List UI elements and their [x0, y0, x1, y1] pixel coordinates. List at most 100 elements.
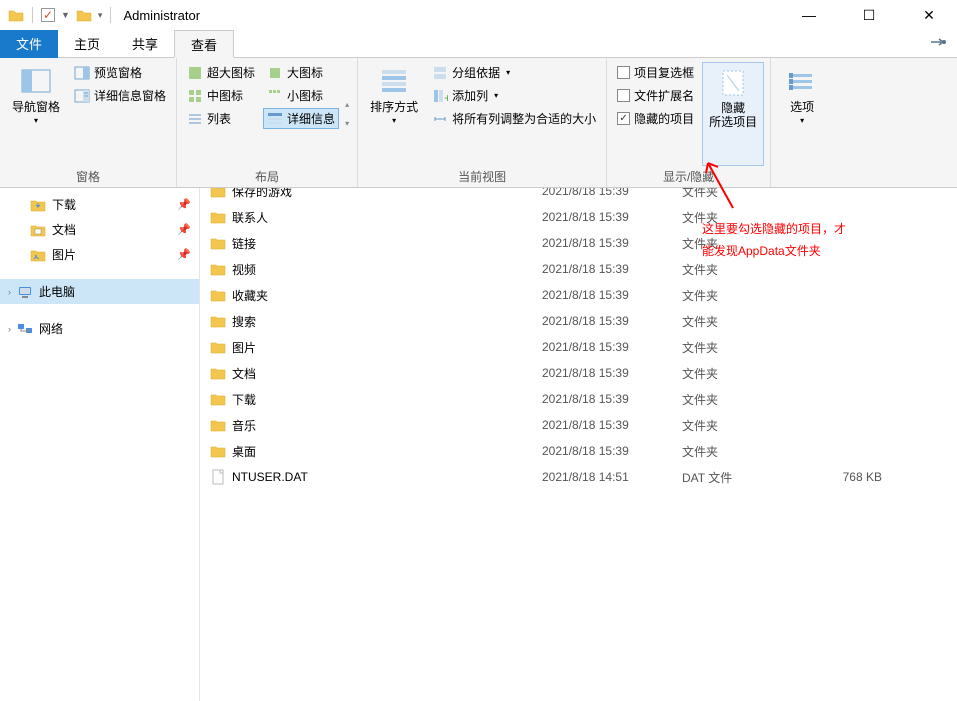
- addcol-icon: +: [432, 88, 448, 104]
- list-button[interactable]: 列表: [183, 108, 259, 129]
- icon: [187, 88, 203, 104]
- downloads-icon: [30, 197, 46, 213]
- add-columns-button[interactable]: +添加列▾: [428, 85, 600, 106]
- qat-checkbox-icon[interactable]: ✓: [41, 8, 55, 22]
- file-icon: [210, 188, 226, 199]
- file-name: 联系人: [232, 209, 542, 226]
- nav-pane-label: 导航窗格: [12, 100, 60, 114]
- file-icon: [210, 235, 226, 251]
- file-icon: [210, 365, 226, 381]
- dropdown-icon: ▾: [392, 116, 396, 125]
- close-button[interactable]: ✕: [909, 7, 949, 24]
- options-button[interactable]: 选项 ▾: [777, 62, 827, 169]
- pin-icon: 📌: [177, 248, 191, 261]
- file-icon: [210, 339, 226, 355]
- sidebar-item-pictures[interactable]: 图片📌: [0, 242, 199, 267]
- details-pane-button[interactable]: 详细信息窗格: [70, 85, 170, 106]
- window-title: Administrator: [123, 8, 200, 23]
- dropdown-icon: ▾: [506, 68, 510, 77]
- medium-icons-button[interactable]: 中图标: [183, 85, 259, 106]
- file-name: 文档: [232, 365, 542, 382]
- file-icon: [210, 313, 226, 329]
- maximize-button[interactable]: ☐: [849, 7, 889, 24]
- preview-pane-button[interactable]: 预览窗格: [70, 62, 170, 83]
- extra-large-icons-button[interactable]: 超大图标: [183, 62, 259, 83]
- ribbon: 导航窗格 ▾ 预览窗格 详细信息窗格 窗格 超大图标 中图标 列表: [0, 58, 957, 188]
- sidebar-item-downloads[interactable]: 下载📌: [0, 192, 199, 217]
- file-name: 下载: [232, 391, 542, 408]
- label: 中图标: [207, 87, 243, 104]
- sidebar-item-documents[interactable]: 文档📌: [0, 217, 199, 242]
- file-name: 图片: [232, 339, 542, 356]
- tab-file[interactable]: 文件: [0, 30, 58, 58]
- label: 选项: [790, 100, 814, 114]
- file-row[interactable]: 图片2021/8/18 15:39文件夹: [200, 334, 957, 360]
- nav-pane-button[interactable]: 导航窗格 ▾: [6, 62, 66, 166]
- separator: [32, 7, 33, 23]
- sidebar: 下载📌 文档📌 图片📌 › 此电脑 › 网络: [0, 188, 200, 701]
- icon: [267, 88, 283, 104]
- pin-ribbon-icon[interactable]: [929, 36, 947, 51]
- group-by-button[interactable]: 分组依据▾: [428, 62, 600, 83]
- file-date: 2021/8/18 15:39: [542, 262, 682, 276]
- hide-selected-button[interactable]: 隐藏 所选项目: [702, 62, 764, 166]
- file-row[interactable]: 桌面2021/8/18 15:39文件夹: [200, 438, 957, 464]
- file-name: 保存的游戏: [232, 188, 542, 200]
- file-row[interactable]: 保存的游戏2021/8/18 15:39文件夹: [200, 188, 957, 204]
- file-row[interactable]: 收藏夹2021/8/18 15:39文件夹: [200, 282, 957, 308]
- file-date: 2021/8/18 15:39: [542, 236, 682, 250]
- file-icon: [210, 443, 226, 459]
- minimize-button[interactable]: —: [789, 7, 829, 24]
- file-type: 文件夹: [682, 443, 802, 460]
- ribbon-group-options: 选项 ▾: [771, 58, 833, 187]
- sidebar-item-this-pc[interactable]: › 此电脑: [0, 279, 199, 304]
- ribbon-group-show-hide: 项目复选框 文件扩展名 隐藏的项目 隐藏 所选项目 显示/隐藏: [607, 58, 771, 187]
- file-list[interactable]: 保存的游戏2021/8/18 15:39文件夹联系人2021/8/18 15:3…: [200, 188, 957, 701]
- tab-view[interactable]: 查看: [174, 30, 234, 58]
- file-row[interactable]: NTUSER.DAT2021/8/18 14:51DAT 文件768 KB: [200, 464, 957, 490]
- small-icons-button[interactable]: 小图标: [263, 85, 339, 106]
- annotation-line1: 这里要勾选隐藏的项目，才: [702, 218, 846, 240]
- sort-by-button[interactable]: 排序方式 ▾: [364, 62, 424, 166]
- expand-icon: ›: [8, 324, 11, 334]
- folder-icon: [8, 8, 24, 22]
- dropdown-icon: ▾: [34, 116, 38, 125]
- size-columns-button[interactable]: 将所有列调整为合适的大小: [428, 108, 600, 129]
- main-area: 下载📌 文档📌 图片📌 › 此电脑 › 网络 保存的游戏2021/8/18 15…: [0, 188, 957, 701]
- scroll-down-icon[interactable]: ▾: [345, 119, 349, 128]
- label: 详细信息: [287, 110, 335, 127]
- file-row[interactable]: 下载2021/8/18 15:39文件夹: [200, 386, 957, 412]
- label: 文档: [52, 221, 76, 238]
- hidden-items-toggle[interactable]: 隐藏的项目: [613, 108, 698, 129]
- file-row[interactable]: 音乐2021/8/18 15:39文件夹: [200, 412, 957, 438]
- details-view-button[interactable]: 详细信息: [263, 108, 339, 129]
- file-extensions-toggle[interactable]: 文件扩展名: [613, 85, 698, 106]
- file-date: 2021/8/18 15:39: [542, 444, 682, 458]
- tab-home[interactable]: 主页: [58, 30, 116, 58]
- file-type: 文件夹: [682, 417, 802, 434]
- item-checkboxes-toggle[interactable]: 项目复选框: [613, 62, 698, 83]
- sidebar-item-network[interactable]: › 网络: [0, 316, 199, 341]
- network-icon: [17, 321, 33, 337]
- scroll-up-icon[interactable]: ▴: [345, 100, 349, 109]
- file-date: 2021/8/18 14:51: [542, 470, 682, 484]
- file-date: 2021/8/18 15:39: [542, 288, 682, 302]
- file-row[interactable]: 文档2021/8/18 15:39文件夹: [200, 360, 957, 386]
- separator: [110, 7, 111, 23]
- label: 列表: [207, 110, 231, 127]
- nav-pane-icon: [20, 66, 52, 98]
- file-date: 2021/8/18 15:39: [542, 392, 682, 406]
- file-name: 音乐: [232, 417, 542, 434]
- checkbox-checked-icon: [617, 112, 630, 125]
- fit-icon: [432, 111, 448, 127]
- file-row[interactable]: 搜索2021/8/18 15:39文件夹: [200, 308, 957, 334]
- file-type: 文件夹: [682, 391, 802, 408]
- file-name: 收藏夹: [232, 287, 542, 304]
- dropdown-icon[interactable]: ▾: [98, 10, 103, 21]
- dropdown-icon: ▾: [494, 91, 498, 100]
- large-icons-button[interactable]: 大图标: [263, 62, 339, 83]
- tab-share[interactable]: 共享: [116, 30, 174, 58]
- label: 文件扩展名: [634, 87, 694, 104]
- dropdown-icon[interactable]: ▼: [61, 10, 70, 20]
- annotation-text: 这里要勾选隐藏的项目，才 能发现AppData文件夹: [702, 218, 846, 262]
